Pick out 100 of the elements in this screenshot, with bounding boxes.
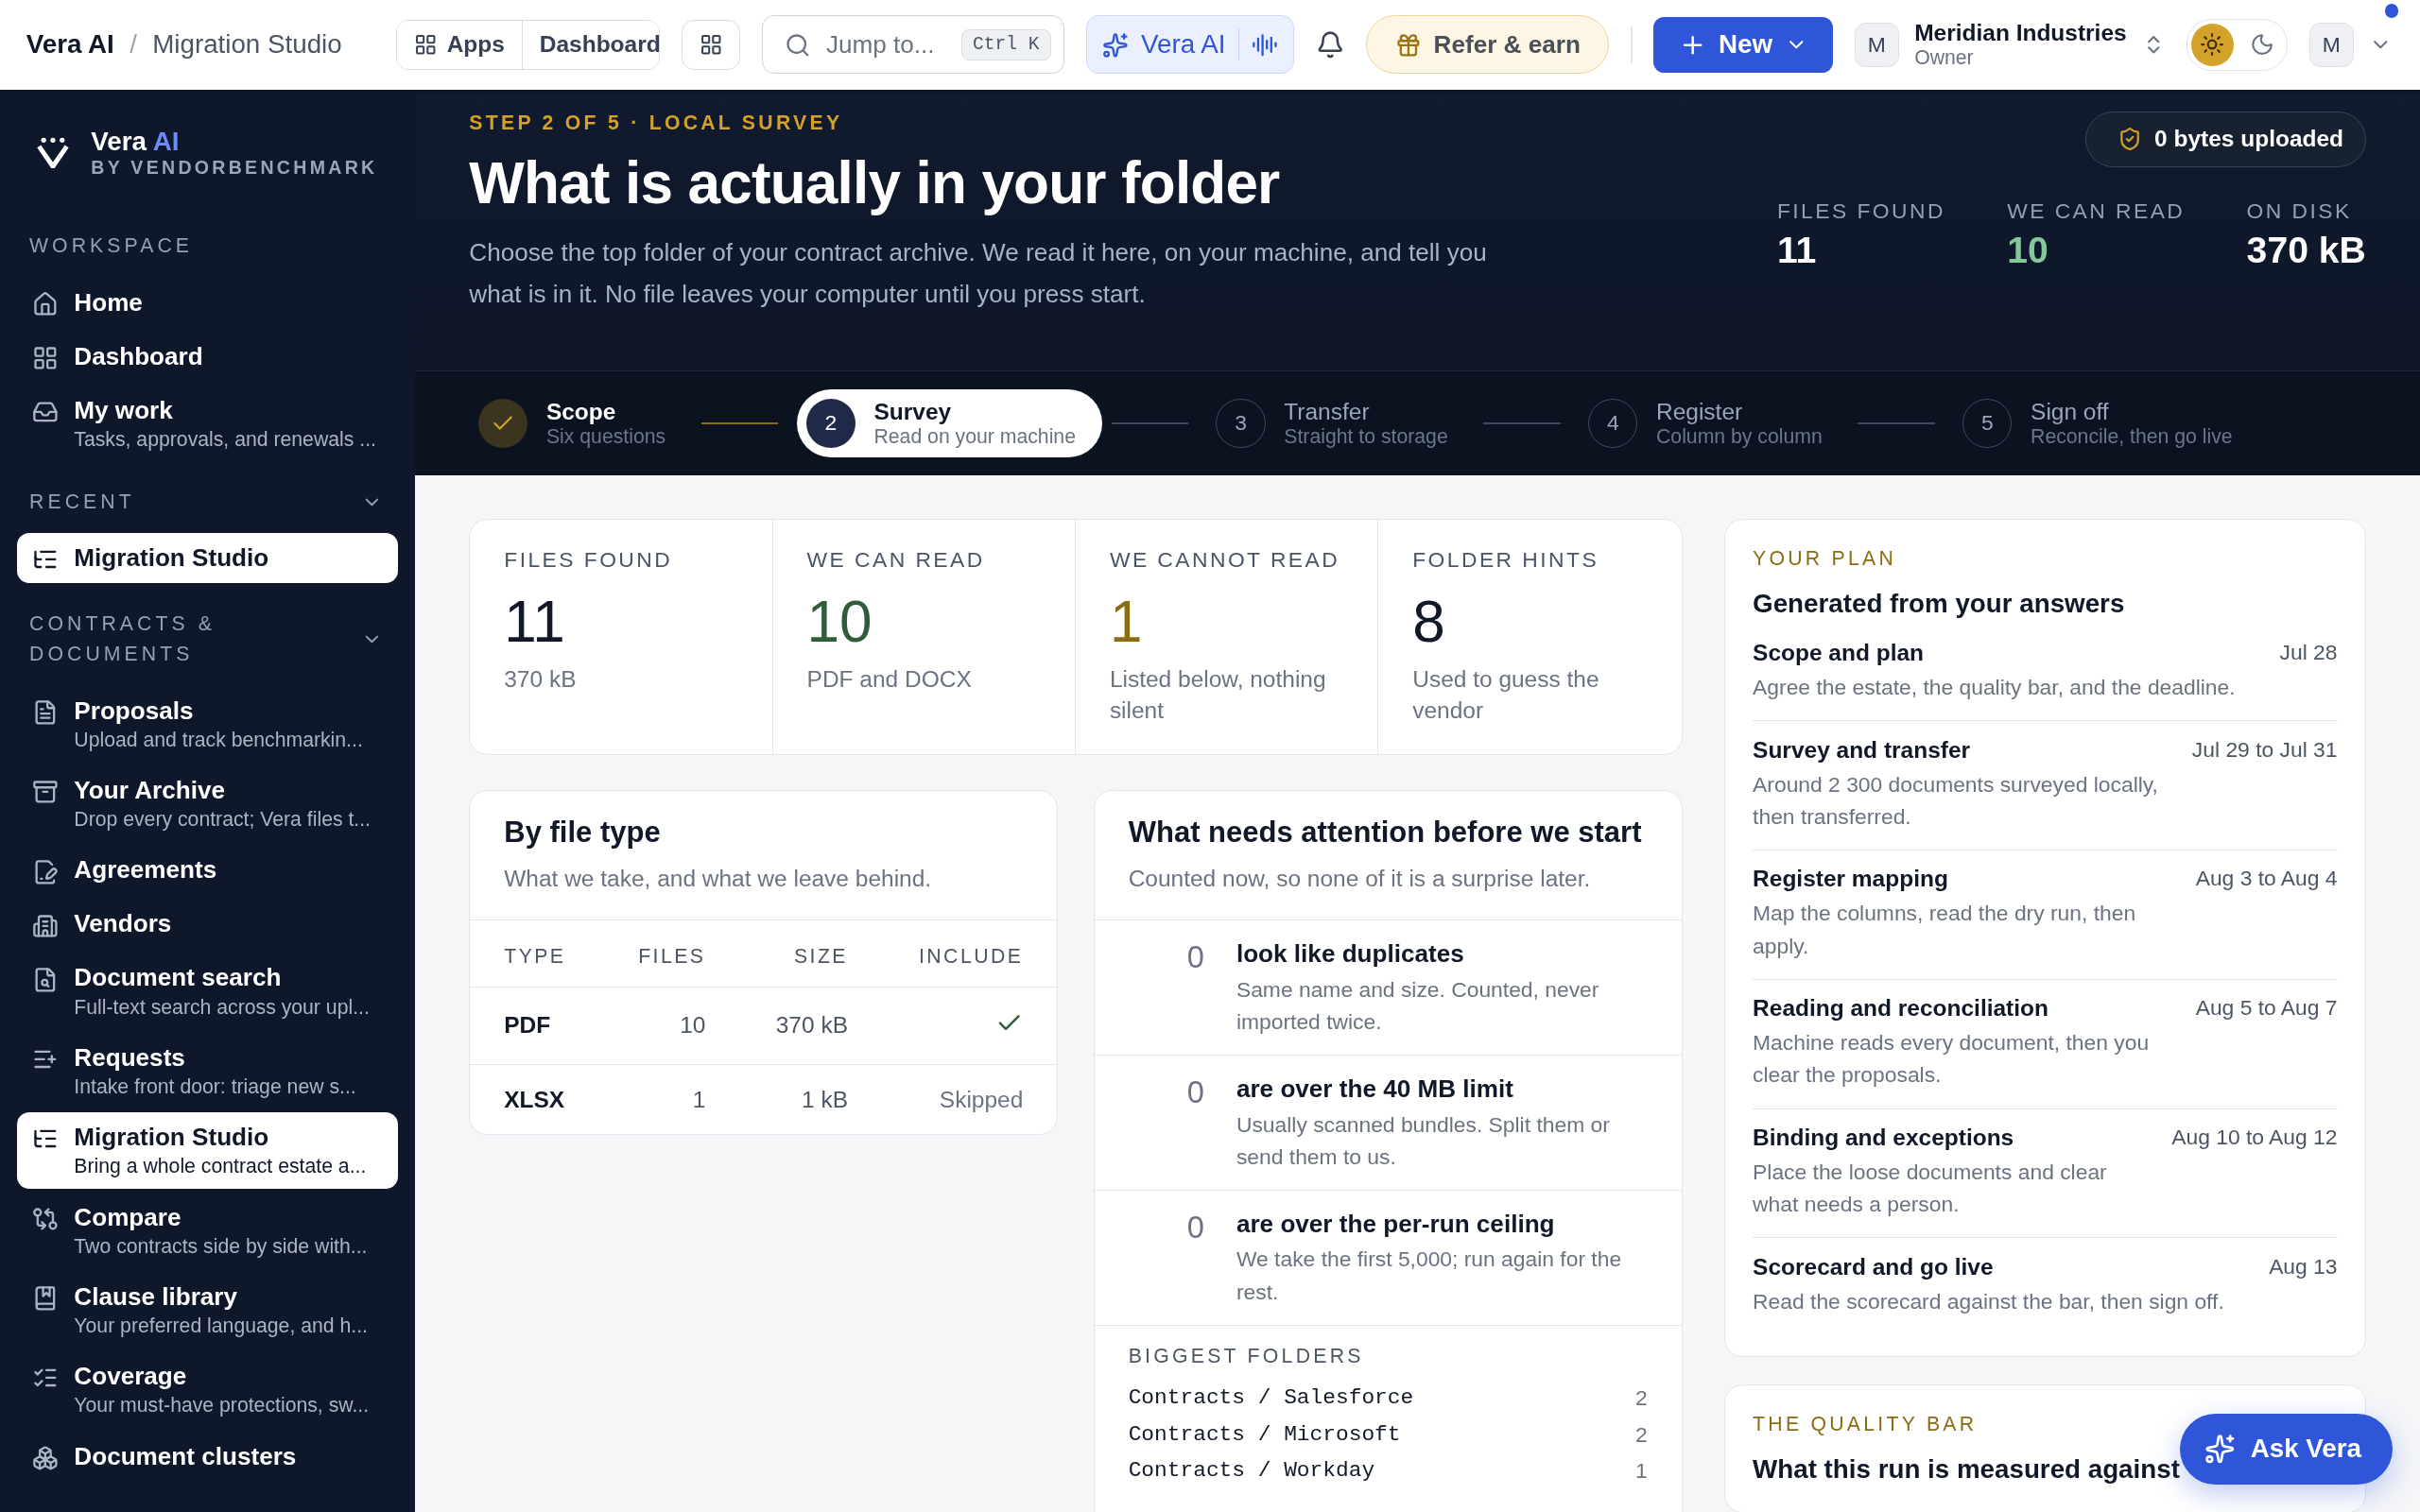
nav-item[interactable]: Clause library Your preferred language, and h... [16,1271,399,1349]
search-icon [784,31,811,59]
stat-label: WE CAN READ [2007,198,2186,224]
nav-item[interactable]: My work Tasks, approvals, and renewals ... [16,385,399,462]
breadcrumb-item[interactable]: Vera AI [26,29,114,60]
nav-item[interactable]: Your Archive Drop every contract; Vera files t... [16,765,399,842]
step[interactable]: 5 Sign off Reconcile, then go live [1953,388,2259,457]
nav-description: Upload and track benchmarkin... [74,728,363,751]
step-title: Sign off [2031,398,2110,425]
nav-item[interactable]: Home [16,277,399,329]
sun-icon [2200,32,2225,58]
nav-label: Migration Studio [74,543,269,574]
apps-button[interactable]: Apps [397,20,523,70]
summary-label: FOLDER HINTS [1412,546,1600,573]
grid-icon [32,345,59,371]
summary-value: 10 [806,588,873,656]
nav-label: Vendors [74,909,172,939]
org-role: Owner [1914,46,1975,70]
sparkles-icon [1102,31,1129,59]
summary-value: 8 [1412,588,1446,656]
card-subtitle: Counted now, so none of it is a surprise later. [1128,865,1592,892]
nav-label: My work [74,395,174,425]
nav-label: Document search [74,963,283,993]
nav-description: Two contracts side by side with... [74,1234,368,1258]
nav-description: Bring a whole contract estate a... [74,1155,367,1178]
nav-item[interactable]: Document search Full-text search across your upl... [16,953,399,1030]
summary-label: FILES FOUND [504,546,674,573]
nav-description: Drop every contract; Vera files t... [74,808,372,832]
nav-label: Dashboard [74,341,203,371]
section-heading: RECENT [29,489,136,514]
nav-label: Home [74,287,143,318]
nav-label: Requests [74,1042,186,1073]
step-subtitle: Read on your machine [873,424,1076,448]
table-cell: PDF [470,987,602,1065]
nav-item[interactable]: Document clusters [16,1431,399,1482]
table-cell: 1 [601,1064,740,1135]
table-cell: 1 kB [739,1064,882,1135]
sparkles-icon [2204,1433,2236,1465]
logo-icon [35,137,70,168]
user-menu[interactable]: M [2308,22,2399,68]
issue-description: Same name and size. Counted, never imported twice. [1236,975,1600,1036]
compare-arrows-icon [32,1205,59,1232]
step-subtitle: Straight to storage [1284,424,1448,448]
nav-description: Your must-have protections, sw... [74,1394,370,1418]
summary-label: WE CAN READ [806,546,986,573]
card-title: By file type [504,816,662,850]
grid-button[interactable] [681,19,741,71]
nav-description: Tasks, approvals, and renewals ... [74,428,376,452]
nav-item[interactable]: Vendors [16,898,399,950]
plan-step-title: Survey and transfer [1753,736,1972,764]
step[interactable]: 4 Register Column by column [1579,388,1849,457]
refer-button[interactable]: Refer & earn [1366,15,1610,75]
plan-step-title: Register mapping [1753,866,1949,893]
card-title: Generated from your answers [1753,588,2126,619]
new-button[interactable]: New [1653,17,1833,73]
plan-step-description: Agree the estate, the quality bar, and the deadline. [1753,674,2236,702]
ask-assistant-button[interactable]: Ask Vera [2179,1413,2393,1485]
stat-value: 370 kB [2246,230,2366,272]
theme-toggle[interactable] [2187,18,2288,72]
nav-item[interactable]: Migration Studio Bring a whole contract estate a... [16,1111,399,1189]
breadcrumb-separator: / [130,29,137,60]
plan-step-description: Around 2 300 documents surveyed locally, then transferred. [1753,770,2159,831]
document-pen-icon [32,858,59,885]
nav-item[interactable]: Requests Intake front door: triage new s... [16,1032,399,1109]
stat-label: FILES FOUND [1776,198,1945,224]
nav-item[interactable]: Agreements [16,844,399,896]
moon-icon [2249,32,2274,58]
nav-item[interactable]: Compare Two contracts side by side with... [16,1192,399,1269]
home-icon [32,290,59,318]
nav-label: Document clusters [74,1441,297,1471]
notifications-icon[interactable] [1316,29,1345,60]
nav-label: Clause library [74,1281,239,1312]
nav-item[interactable]: Dashboard [16,331,399,383]
summary-label: WE CANNOT READ [1109,546,1341,573]
voice-icon [1252,31,1278,59]
plan-step-date: Aug 10 to Aug 12 [2171,1124,2338,1151]
issue-count: 0 [1186,938,1205,976]
step-label: STEP 2 OF 5 · LOCAL SURVEY [469,111,844,134]
step-title: Scope [545,398,617,425]
theme-option[interactable] [2190,23,2235,67]
plan-step-description: Read the scorecard against the bar, then sign off. [1753,1287,2224,1315]
search-field[interactable]: Jump to... [822,28,949,61]
folder-count: 1 [1635,1458,1648,1484]
nav-item[interactable]: Coverage Your must-have protections, sw... [16,1350,399,1428]
step[interactable]: 2 Survey Read on your machine [796,388,1102,457]
issue-title: look like duplicates [1236,938,1465,969]
table-cell: Skipped [881,1064,1058,1135]
summary-note: Used to guess the vendor [1412,665,1600,725]
brand-tagline: BY VENDORBENCHMARK [91,156,378,179]
card-eyebrow: THE QUALITY BAR [1753,1413,1979,1436]
nav-description: Your preferred language, and h... [74,1314,368,1338]
step[interactable]: 3 Transfer Straight to storage [1206,388,1475,457]
step-title: Survey [873,398,953,425]
assistant-button[interactable]: Vera AI [1085,15,1295,75]
nav-item[interactable]: Proposals Upload and track benchmarkin... [16,685,399,763]
upload-badge: 0 bytes uploaded [2085,111,2366,167]
summary-value: 11 [504,588,566,656]
nav-label: Your Archive [74,775,226,805]
nav-item[interactable]: Migration Studio [16,532,399,584]
step[interactable]: Scope Six questions [469,388,692,457]
